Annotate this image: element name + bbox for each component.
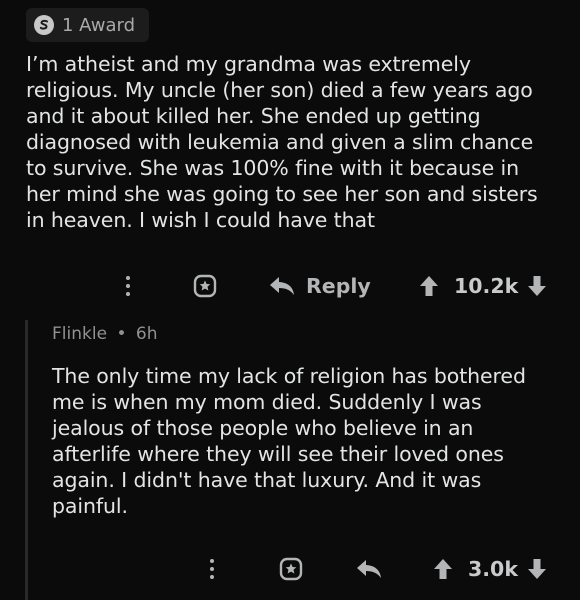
vote-controls: 10.2k (418, 271, 548, 301)
more-options-button[interactable] (118, 271, 138, 301)
more-vertical-icon (126, 276, 130, 296)
parent-comment-body: I’m atheist and my grandma was extremely… (26, 52, 538, 232)
downvote-arrow-icon (528, 276, 547, 296)
downvote-arrow-icon (527, 559, 546, 579)
reply-comment-action-bar: 3.0k (0, 553, 580, 585)
downvote-button[interactable] (526, 273, 548, 299)
upvote-button[interactable] (432, 556, 454, 582)
parent-comment-action-bar: Reply 10.2k (0, 270, 580, 302)
reply-arrow-icon (357, 560, 381, 578)
reply-comment-meta: Flinkle • 6h (52, 324, 157, 344)
silver-award-icon (34, 15, 54, 35)
reply-author-name[interactable]: Flinkle (52, 324, 107, 344)
upvote-arrow-icon (434, 559, 452, 579)
reply-comment-body: The only time my lack of religion has bo… (52, 364, 526, 518)
more-vertical-icon (210, 559, 214, 579)
give-award-button[interactable] (276, 554, 306, 584)
vote-count: 3.0k (468, 557, 518, 581)
vote-controls: 3.0k (432, 554, 548, 584)
more-options-button[interactable] (202, 554, 222, 584)
award-count-label: 1 Award (62, 14, 136, 36)
reply-label: Reply (306, 274, 371, 298)
give-award-icon (279, 557, 303, 581)
upvote-button[interactable] (418, 273, 440, 299)
reply-timestamp: 6h (135, 324, 158, 344)
reply-arrow-icon (270, 277, 294, 295)
award-badge[interactable]: 1 Award (26, 8, 150, 42)
vote-count: 10.2k (454, 274, 519, 298)
reply-button[interactable]: Reply (268, 271, 371, 301)
give-award-icon (193, 274, 217, 298)
give-award-button[interactable] (190, 271, 220, 301)
downvote-button[interactable] (526, 556, 548, 582)
upvote-arrow-icon (420, 276, 438, 296)
meta-separator: • (116, 324, 127, 344)
reply-button[interactable] (354, 554, 384, 584)
